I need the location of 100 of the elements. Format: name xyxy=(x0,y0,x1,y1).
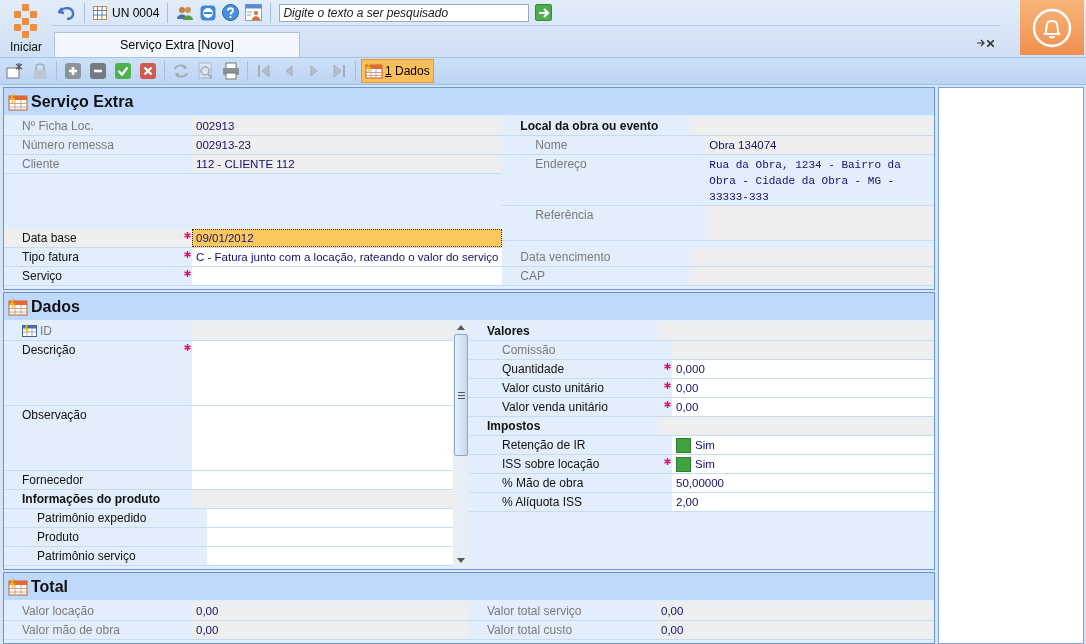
field-label: Valor venda unitário xyxy=(502,400,608,414)
confirm-icon xyxy=(114,62,132,80)
remove-icon xyxy=(89,62,107,80)
field-value[interactable]: Sim xyxy=(672,455,934,473)
field-value: 112 - CLIENTE 112 xyxy=(192,155,503,173)
field-value: 0,00 xyxy=(192,602,469,620)
undo-icon[interactable] xyxy=(58,4,76,21)
print-icon xyxy=(222,62,240,80)
new-icon xyxy=(6,62,24,80)
close-icon[interactable] xyxy=(987,40,994,47)
search-field[interactable]: Digite o texto a ser pesquisado xyxy=(279,3,530,22)
view-tab[interactable]: 1 Dados xyxy=(361,59,434,83)
field-label: Produto xyxy=(37,530,80,544)
field-value[interactable]: 2,00 xyxy=(672,493,934,511)
field-value[interactable] xyxy=(192,406,453,470)
cancel-button[interactable] xyxy=(137,60,159,82)
field-label: Data vencimento xyxy=(520,250,611,264)
field-label: Valor total custo xyxy=(487,623,573,637)
field-value: 002913-23 xyxy=(192,136,503,154)
field-label: Cliente xyxy=(22,157,60,171)
field-value[interactable]: Sim xyxy=(672,436,934,454)
lock-icon xyxy=(31,62,49,80)
field-label: ID xyxy=(40,324,52,338)
toggle-indicator[interactable] xyxy=(676,457,691,472)
add-button[interactable] xyxy=(62,60,84,82)
field-value[interactable]: 50,00000 xyxy=(672,474,934,492)
last-icon xyxy=(330,62,348,80)
field-label: Patrimônio expedido xyxy=(37,511,147,525)
field-value[interactable] xyxy=(192,267,503,285)
users-icon[interactable] xyxy=(176,4,195,21)
field-value[interactable]: 0,000 xyxy=(672,360,934,378)
scroll-down-icon[interactable] xyxy=(456,558,466,564)
confirm-button[interactable] xyxy=(112,60,134,82)
field-value: 0,00 xyxy=(192,621,469,639)
grid-icon xyxy=(93,5,107,20)
field-value[interactable] xyxy=(192,471,453,489)
field-label: Descrição xyxy=(22,343,76,357)
field-label: Nome xyxy=(535,138,568,152)
field-label: Referência xyxy=(535,208,594,222)
field-label: ISS sobre locação xyxy=(502,457,600,471)
field-value[interactable]: 09/01/2012 xyxy=(192,229,503,247)
profile-card-icon[interactable] xyxy=(245,4,263,21)
field-value[interactable] xyxy=(192,341,453,405)
preview-icon xyxy=(197,62,215,80)
field-value[interactable] xyxy=(207,528,453,546)
field-label: Valor mão de obra xyxy=(22,623,120,637)
field-value: Rua da Obra, 1234 - Bairro da Obra - Cidade da Obra - MG - 33333-333 xyxy=(708,158,902,205)
scroll-up-icon[interactable] xyxy=(456,324,466,330)
field-label: Valores xyxy=(487,324,530,338)
field-label: Data base xyxy=(22,231,77,245)
section-title: Total xyxy=(31,577,69,596)
field-value[interactable]: 0,00 xyxy=(672,379,934,397)
section-title: Dados xyxy=(31,297,80,316)
print-button[interactable] xyxy=(220,60,242,82)
field-label: Valor custo unitário xyxy=(502,381,604,395)
field-label: Tipo fatura xyxy=(22,250,79,264)
field-label: Nº Ficha Loc. xyxy=(22,119,94,133)
field-value[interactable] xyxy=(207,547,453,565)
section-title: Serviço Extra xyxy=(31,92,134,111)
field-label: Endereço xyxy=(535,157,587,171)
table-icon xyxy=(8,297,28,316)
field-label: CAP xyxy=(520,269,546,283)
field-label: Comissão xyxy=(502,343,556,357)
start-button[interactable]: Iniciar xyxy=(0,0,52,57)
field-label: Serviço xyxy=(22,269,62,283)
table-icon xyxy=(365,63,383,79)
scrollbar[interactable] xyxy=(453,322,469,566)
notification-button[interactable] xyxy=(1020,0,1084,55)
field-label: Local da obra ou evento xyxy=(520,119,659,133)
field-value[interactable] xyxy=(207,509,453,527)
field-label: Valor total serviço xyxy=(487,604,582,618)
field-label: Número remessa xyxy=(22,138,115,152)
field-label: Retenção de IR xyxy=(502,438,586,452)
go-button[interactable] xyxy=(535,4,553,21)
toggle-indicator[interactable] xyxy=(676,438,691,453)
add-icon xyxy=(64,62,82,80)
field-label: Observação xyxy=(22,408,87,422)
field-value[interactable]: C - Fatura junto com a locação, rateando o valor do serviço xyxy=(192,248,503,266)
field-label: Fornecedor xyxy=(22,473,84,487)
field-label: % Mão de obra xyxy=(502,476,584,490)
field-label: Informações do produto xyxy=(22,492,160,506)
unit-button[interactable]: UN 0004 xyxy=(93,5,160,20)
key-field-icon xyxy=(22,324,37,337)
field-label: Impostos xyxy=(487,419,541,433)
table-icon xyxy=(8,92,28,111)
refresh-icon xyxy=(172,62,190,80)
document-tab[interactable]: Serviço Extra [Novo] xyxy=(54,32,300,57)
field-value: 0,00 xyxy=(657,602,934,620)
field-value: 0,00 xyxy=(657,621,934,639)
field-value: 002913 xyxy=(192,117,503,135)
help-icon[interactable] xyxy=(222,4,240,21)
field-label: Valor locação xyxy=(22,604,94,618)
field-value[interactable]: 0,00 xyxy=(672,398,934,416)
remove-button[interactable] xyxy=(87,60,109,82)
field-label: Quantidade xyxy=(502,362,565,376)
cancel-icon xyxy=(139,62,157,80)
field-label: Patrimônio serviço xyxy=(37,549,136,563)
table-icon xyxy=(8,577,28,596)
field-value: Obra 134074 xyxy=(705,136,934,154)
first-icon xyxy=(255,62,273,80)
